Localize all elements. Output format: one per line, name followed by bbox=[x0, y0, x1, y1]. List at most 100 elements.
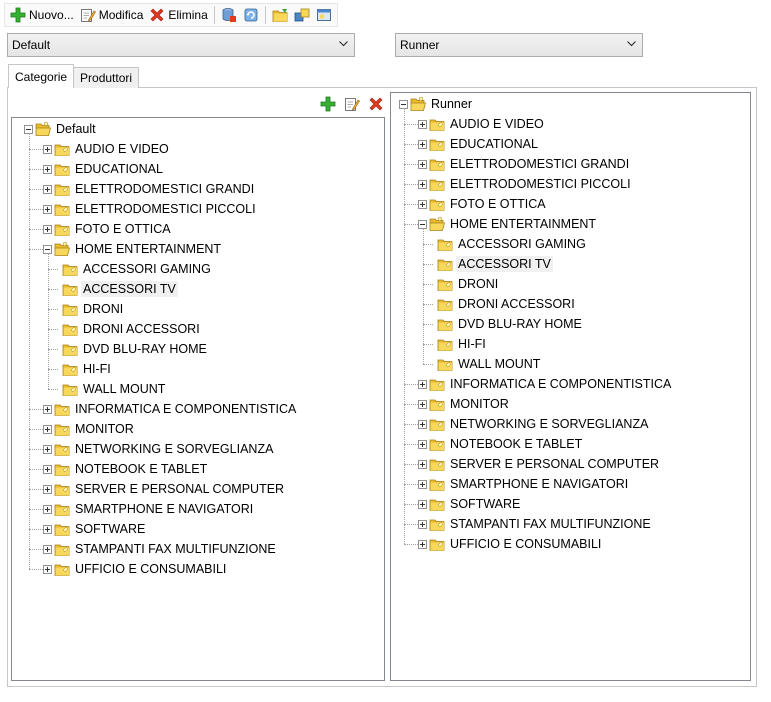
tree-node[interactable]: STAMPANTI FAX MULTIFUNZIONE bbox=[418, 514, 653, 534]
tree-node[interactable]: DRONI bbox=[426, 274, 500, 294]
expand-icon[interactable] bbox=[418, 399, 427, 409]
tree-node[interactable]: MONITOR bbox=[418, 394, 511, 414]
tree-node-label: NOTEBOOK E TABLET bbox=[450, 437, 583, 451]
tree-node[interactable]: DVD BLU-RAY HOME bbox=[426, 314, 584, 334]
expand-icon[interactable] bbox=[418, 199, 427, 209]
tree-node[interactable]: ELETTRODOMESTICI PICCOLI bbox=[418, 174, 633, 194]
expand-icon[interactable] bbox=[418, 539, 427, 549]
right-tree-select[interactable]: Runner bbox=[395, 33, 643, 57]
expand-icon[interactable] bbox=[418, 439, 427, 449]
folder-icon bbox=[437, 256, 453, 272]
tree-connector bbox=[404, 444, 418, 445]
expand-icon[interactable] bbox=[418, 499, 427, 509]
tree-node[interactable]: FOTO E OTTICA bbox=[43, 219, 173, 239]
tree-node[interactable]: ACCESSORI GAMING bbox=[51, 259, 213, 279]
tree-node[interactable]: DRONI ACCESSORI bbox=[426, 294, 577, 314]
expand-icon[interactable] bbox=[43, 164, 52, 174]
tree-node[interactable]: HOME ENTERTAINMENT bbox=[418, 214, 598, 234]
tree-node[interactable]: NETWORKING E SORVEGLIANZA bbox=[418, 414, 650, 434]
folder-add-button[interactable] bbox=[269, 4, 291, 26]
expand-icon[interactable] bbox=[43, 424, 52, 434]
tree-node[interactable]: NETWORKING E SORVEGLIANZA bbox=[43, 439, 275, 459]
expand-icon[interactable] bbox=[418, 519, 427, 529]
window-button[interactable] bbox=[313, 4, 335, 26]
expand-icon[interactable] bbox=[43, 204, 52, 214]
tree-node[interactable]: SOFTWARE bbox=[43, 519, 147, 539]
edit-category-icon[interactable] bbox=[344, 96, 360, 112]
delete-category-icon[interactable] bbox=[368, 96, 384, 112]
tree-node[interactable]: ACCESSORI TV bbox=[51, 279, 178, 299]
expand-icon[interactable] bbox=[418, 459, 427, 469]
database-button[interactable] bbox=[218, 4, 240, 26]
tree-node[interactable]: EDUCATIONAL bbox=[43, 159, 165, 179]
expand-icon[interactable] bbox=[43, 464, 52, 474]
expand-icon[interactable] bbox=[43, 184, 52, 194]
tree-node[interactable]: HI-FI bbox=[51, 359, 113, 379]
expand-icon[interactable] bbox=[43, 484, 52, 494]
expand-icon[interactable] bbox=[43, 564, 52, 574]
expand-icon[interactable] bbox=[43, 504, 52, 514]
expand-icon[interactable] bbox=[418, 139, 427, 149]
folder-icon bbox=[429, 416, 445, 432]
expand-icon[interactable] bbox=[43, 544, 52, 554]
expand-icon[interactable] bbox=[43, 444, 52, 454]
tab-categorie[interactable]: Categorie bbox=[8, 64, 75, 88]
tree-connector bbox=[29, 169, 43, 170]
right-category-tree[interactable]: Runner AUDIO E VIDEO EDUCATIONAL ELETTRODOM… bbox=[390, 92, 751, 681]
tree-node[interactable]: ELETTRODOMESTICI GRANDI bbox=[418, 154, 631, 174]
expand-icon[interactable] bbox=[418, 479, 427, 489]
tree-node[interactable]: Runner bbox=[399, 94, 474, 114]
tree-node[interactable]: NOTEBOOK E TABLET bbox=[418, 434, 584, 454]
tree-node[interactable]: SMARTPHONE E NAVIGATORI bbox=[43, 499, 255, 519]
folder-icon bbox=[54, 141, 70, 157]
tree-node[interactable]: SERVER E PERSONAL COMPUTER bbox=[418, 454, 661, 474]
tree-node[interactable]: UFFICIO E CONSUMABILI bbox=[43, 559, 228, 579]
expand-icon[interactable] bbox=[418, 379, 427, 389]
tree-node[interactable]: AUDIO E VIDEO bbox=[418, 114, 546, 134]
tree-node[interactable]: ACCESSORI GAMING bbox=[426, 234, 588, 254]
tree-connector bbox=[404, 224, 418, 225]
expand-icon[interactable] bbox=[43, 224, 52, 234]
folder-icon bbox=[429, 196, 445, 212]
tree-node[interactable]: DRONI bbox=[51, 299, 125, 319]
tree-node[interactable]: FOTO E OTTICA bbox=[418, 194, 548, 214]
expand-icon[interactable] bbox=[43, 144, 52, 154]
tree-node[interactable]: EDUCATIONAL bbox=[418, 134, 540, 154]
expand-icon[interactable] bbox=[418, 119, 427, 129]
tree-node[interactable]: WALL MOUNT bbox=[51, 379, 167, 399]
edit-button[interactable]: Modifica bbox=[77, 4, 147, 26]
tree-node[interactable]: NOTEBOOK E TABLET bbox=[43, 459, 209, 479]
tree-node[interactable]: MONITOR bbox=[43, 419, 136, 439]
tree-node[interactable]: SERVER E PERSONAL COMPUTER bbox=[43, 479, 286, 499]
delete-button[interactable]: Elimina bbox=[146, 4, 210, 26]
tree-node[interactable]: SOFTWARE bbox=[418, 494, 522, 514]
tree-node[interactable]: SMARTPHONE E NAVIGATORI bbox=[418, 474, 630, 494]
tree-node[interactable]: ACCESSORI TV bbox=[426, 254, 553, 274]
tree-node[interactable]: INFORMATICA E COMPONENTISTICA bbox=[43, 399, 298, 419]
tree-node[interactable]: UFFICIO E CONSUMABILI bbox=[418, 534, 603, 554]
tree-node[interactable]: INFORMATICA E COMPONENTISTICA bbox=[418, 374, 673, 394]
tree-node[interactable]: Default bbox=[24, 119, 98, 139]
tree-node[interactable]: ELETTRODOMESTICI PICCOLI bbox=[43, 199, 258, 219]
left-category-tree[interactable]: Default AUDIO E VIDEO EDUCATIONAL ELETTRODO… bbox=[11, 117, 385, 681]
expand-icon[interactable] bbox=[43, 404, 52, 414]
new-button[interactable]: Nuovo... bbox=[7, 4, 77, 26]
tree-node[interactable]: WALL MOUNT bbox=[426, 354, 542, 374]
add-category-icon[interactable] bbox=[320, 96, 336, 112]
expand-icon[interactable] bbox=[418, 419, 427, 429]
tree-node[interactable]: HI-FI bbox=[426, 334, 488, 354]
left-tree-select[interactable]: Default bbox=[7, 33, 355, 57]
tree-node[interactable]: DVD BLU-RAY HOME bbox=[51, 339, 209, 359]
tree-node[interactable]: HOME ENTERTAINMENT bbox=[43, 239, 223, 259]
tree-node[interactable]: DRONI ACCESSORI bbox=[51, 319, 202, 339]
expand-icon[interactable] bbox=[43, 524, 52, 534]
expand-icon[interactable] bbox=[418, 179, 427, 189]
transfer-button[interactable] bbox=[291, 4, 313, 26]
chevron-down-icon bbox=[627, 41, 636, 47]
tree-node[interactable]: ELETTRODOMESTICI GRANDI bbox=[43, 179, 256, 199]
tab-produttori[interactable]: Produttori bbox=[73, 67, 140, 88]
tree-node[interactable]: STAMPANTI FAX MULTIFUNZIONE bbox=[43, 539, 278, 559]
expand-icon[interactable] bbox=[418, 159, 427, 169]
refresh-button[interactable] bbox=[240, 4, 262, 26]
tree-node[interactable]: AUDIO E VIDEO bbox=[43, 139, 171, 159]
